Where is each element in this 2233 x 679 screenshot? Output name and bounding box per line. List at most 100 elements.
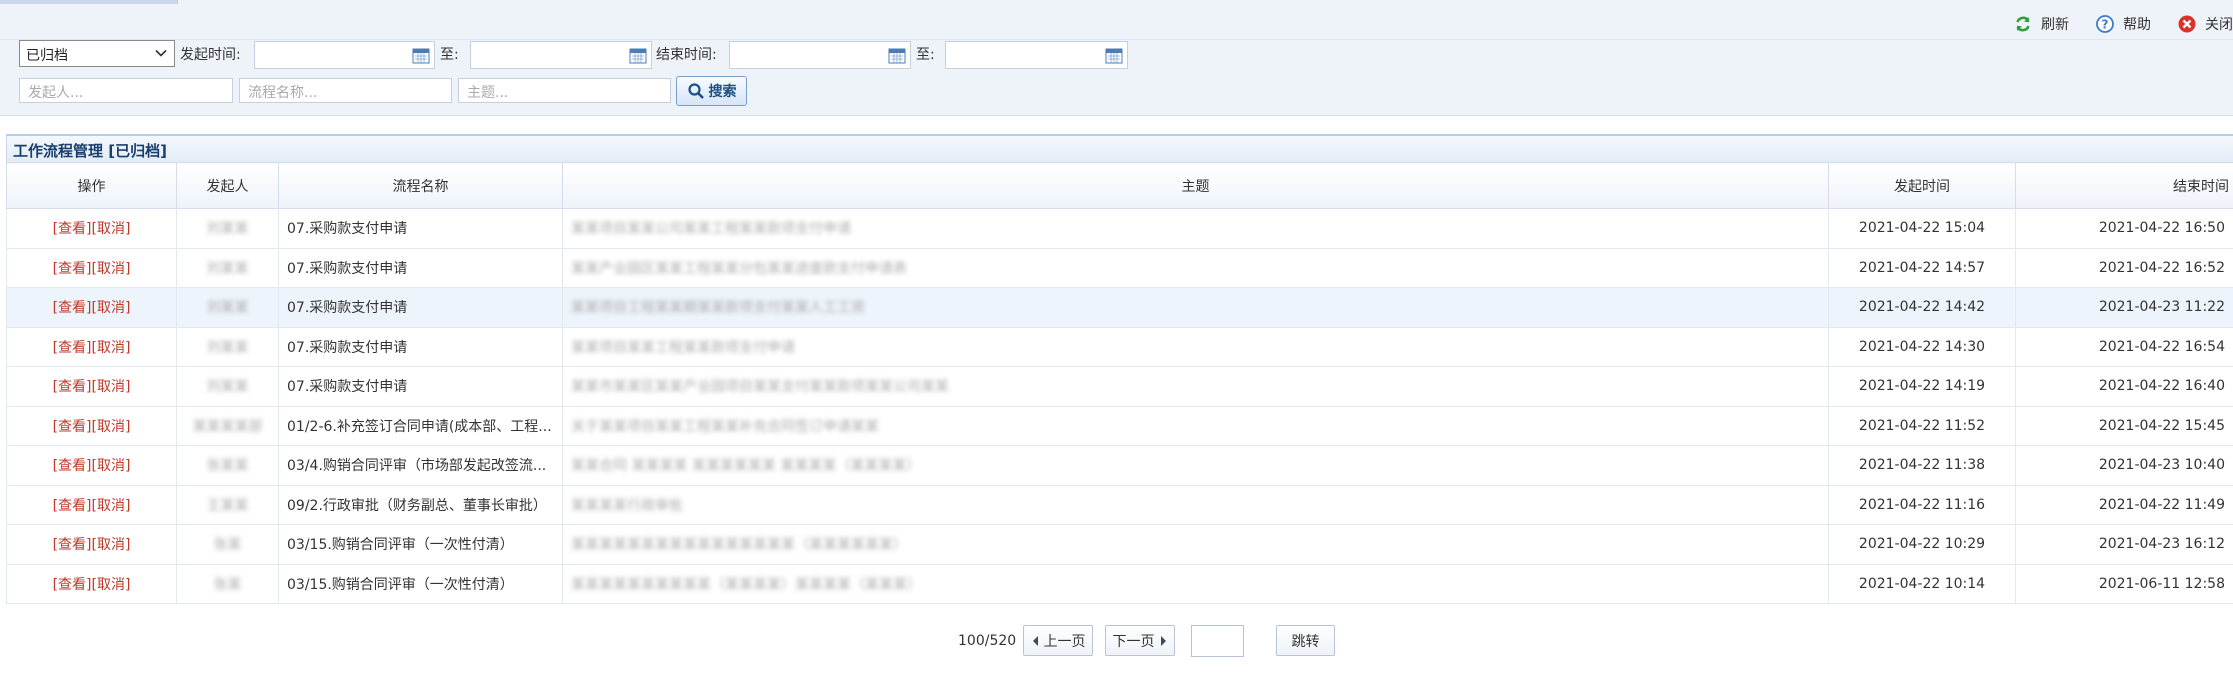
flow-name-cell: 01/2-6.补充签订合同申请(成本部、工程... bbox=[278, 405, 563, 446]
help-icon: ? bbox=[2095, 14, 2115, 34]
cancel-link[interactable]: [取消] bbox=[92, 458, 131, 474]
calendar-icon[interactable] bbox=[1105, 48, 1123, 64]
cancel-link[interactable]: [取消] bbox=[92, 419, 131, 435]
flow-name-cell: 07.采购款支付申请 bbox=[278, 366, 563, 407]
calendar-icon[interactable] bbox=[412, 48, 430, 64]
subject-cell: 关于某某项目某某工程某某补充合同签订申请某某 bbox=[562, 405, 1829, 446]
view-link[interactable]: [查看] bbox=[53, 458, 92, 474]
initiator-text: 张某 bbox=[213, 576, 242, 593]
subject-cell: 某某某某某某某某某某（某某某某）某某某某（某某某） bbox=[562, 563, 1829, 604]
flow-name-cell: 07.采购款支付申请 bbox=[278, 208, 563, 249]
row-actions: [查看][取消] bbox=[6, 326, 177, 367]
page-count: 100/520 bbox=[958, 633, 1017, 649]
view-link[interactable]: [查看] bbox=[53, 300, 92, 316]
subject-input[interactable]: 主题... bbox=[458, 78, 671, 103]
start-time-cell: 2021-04-22 11:16 bbox=[1828, 484, 2016, 525]
end-time-cell: 2021-04-22 16:50 bbox=[2015, 208, 2233, 249]
initiator-input[interactable]: 发起人... bbox=[19, 78, 233, 103]
workflow-table: 操作 发起人 流程名称 主题 发起时间 结束时间 [查看][取消] 刘某某 07.采… bbox=[6, 162, 2233, 604]
close-label: 关闭 bbox=[2205, 17, 2233, 33]
cancel-link[interactable]: [取消] bbox=[92, 379, 131, 395]
search-button[interactable]: 搜索 bbox=[676, 76, 747, 106]
cancel-link[interactable]: [取消] bbox=[92, 498, 131, 514]
table-row: [查看][取消] 张某 03/15.购销合同评审（一次性付清） 某某某某某某某某某某某… bbox=[6, 524, 2233, 565]
refresh-icon bbox=[2013, 14, 2033, 34]
view-link[interactable]: [查看] bbox=[53, 221, 92, 237]
start-time-cell: 2021-04-22 15:04 bbox=[1828, 208, 2016, 249]
view-link[interactable]: [查看] bbox=[53, 379, 92, 395]
initiator-text: 刘某某 bbox=[206, 339, 249, 356]
jump-label: 跳转 bbox=[1291, 633, 1320, 650]
jump-button[interactable]: 跳转 bbox=[1276, 625, 1335, 656]
start-time-cell: 2021-04-22 10:29 bbox=[1828, 524, 2016, 565]
table-row: [查看][取消] 张某 03/15.购销合同评审（一次性付清） 某某某某某某某某某某（… bbox=[6, 563, 2233, 604]
subject-text: 某某某某某某某某某某某某某某某某（某某某某某某） bbox=[571, 537, 907, 554]
table-row: [查看][取消] 刘某某 07.采购款支付申请 某某项目某某工程某某款项支付申请 202… bbox=[6, 326, 2233, 367]
end-time-to-input[interactable] bbox=[945, 41, 1128, 69]
start-time-from-input[interactable] bbox=[254, 41, 435, 69]
status-select-value: 已归档 bbox=[26, 48, 68, 64]
initiator-text: 王某某 bbox=[206, 497, 249, 514]
next-page-button[interactable]: 下一页 bbox=[1105, 625, 1175, 656]
cancel-link[interactable]: [取消] bbox=[92, 577, 131, 593]
view-link[interactable]: [查看] bbox=[53, 340, 92, 356]
row-actions: [查看][取消] bbox=[6, 208, 177, 249]
start-time-cell: 2021-04-22 11:38 bbox=[1828, 445, 2016, 486]
initiator-cell: 刘某某 bbox=[176, 247, 279, 288]
initiator-text: 刘某某 bbox=[206, 260, 249, 277]
flow-name-cell: 09/2.行政审批（财务副总、董事长审批） bbox=[278, 484, 563, 525]
initiator-text: 刘某某 bbox=[206, 379, 249, 396]
cancel-link[interactable]: [取消] bbox=[92, 300, 131, 316]
start-time-to-input[interactable] bbox=[470, 41, 652, 69]
subject-cell: 某某项目某某公司某某工程某某款项支付申请 bbox=[562, 208, 1829, 249]
view-link[interactable]: [查看] bbox=[53, 577, 92, 593]
table-row: [查看][取消] 刘某某 07.采购款支付申请 某某项目工程某某期某某款项支付某某人工… bbox=[6, 287, 2233, 328]
flow-name-cell: 07.采购款支付申请 bbox=[278, 326, 563, 367]
subject-text: 某某合同 某某某某 某某某某某某 某某某某（某某某某） bbox=[571, 458, 921, 475]
pager: 100/520 上一页 下一页 跳转 bbox=[0, 623, 2233, 659]
cancel-link[interactable]: [取消] bbox=[92, 340, 131, 356]
header-start-time: 发起时间 bbox=[1828, 162, 2016, 209]
view-link[interactable]: [查看] bbox=[53, 498, 92, 514]
cancel-link[interactable]: [取消] bbox=[92, 537, 131, 553]
row-actions: [查看][取消] bbox=[6, 484, 177, 525]
end-time-cell: 2021-06-11 12:58 bbox=[2015, 563, 2233, 604]
subject-cell: 某某市某某区某某产业园项目某某支付某某款项某某公司某某 bbox=[562, 366, 1829, 407]
table-row: [查看][取消] 刘某某 07.采购款支付申请 某某产业园区某某工程某某分包某某进度款… bbox=[6, 247, 2233, 288]
initiator-text: 张某某 bbox=[206, 458, 249, 475]
subject-text: 某某市某某区某某产业园项目某某支付某某款项某某公司某某 bbox=[571, 379, 949, 396]
help-label: 帮助 bbox=[2123, 17, 2151, 33]
end-time-from-input[interactable] bbox=[729, 41, 911, 69]
initiator-text: 刘某某 bbox=[206, 300, 249, 317]
subject-cell: 某某产业园区某某工程某某分包某某进度款支付申请表 bbox=[562, 247, 1829, 288]
end-time-cell: 2021-04-23 11:22 bbox=[2015, 287, 2233, 328]
flow-name-cell: 07.采购款支付申请 bbox=[278, 247, 563, 288]
view-link[interactable]: [查看] bbox=[53, 261, 92, 277]
status-select[interactable]: 已归档 bbox=[19, 40, 175, 67]
flow-name-cell: 03/15.购销合同评审（一次性付清） bbox=[278, 563, 563, 604]
view-link[interactable]: [查看] bbox=[53, 419, 92, 435]
subject-text: 某某项目某某公司某某工程某某款项支付申请 bbox=[571, 221, 851, 238]
close-button[interactable]: 关闭 bbox=[2177, 14, 2233, 34]
cancel-link[interactable]: [取消] bbox=[92, 261, 131, 277]
cancel-link[interactable]: [取消] bbox=[92, 221, 131, 237]
table-row: [查看][取消] 刘某某 07.采购款支付申请 某某项目某某公司某某工程某某款项支付申… bbox=[6, 208, 2233, 249]
refresh-button[interactable]: 刷新 bbox=[2013, 14, 2069, 34]
calendar-icon[interactable] bbox=[888, 48, 906, 64]
start-time-cell: 2021-04-22 14:19 bbox=[1828, 366, 2016, 407]
start-time-cell: 2021-04-22 14:57 bbox=[1828, 247, 2016, 288]
initiator-cell: 张某某 bbox=[176, 445, 279, 486]
help-button[interactable]: ? 帮助 bbox=[2095, 14, 2151, 34]
prev-page-button[interactable]: 上一页 bbox=[1023, 625, 1093, 656]
refresh-label: 刷新 bbox=[2041, 17, 2069, 33]
end-time-cell: 2021-04-23 16:12 bbox=[2015, 524, 2233, 565]
page-number-input[interactable] bbox=[1191, 625, 1244, 657]
calendar-icon[interactable] bbox=[629, 48, 647, 64]
view-link[interactable]: [查看] bbox=[53, 537, 92, 553]
search-icon bbox=[687, 83, 704, 99]
top-toolbar: 刷新 ? 帮助 关闭 bbox=[0, 0, 2233, 40]
header-initiator: 发起人 bbox=[176, 162, 279, 209]
flow-name-input[interactable]: 流程名称... bbox=[239, 78, 452, 103]
table-header-row: 操作 发起人 流程名称 主题 发起时间 结束时间 bbox=[6, 162, 2233, 209]
svg-text:?: ? bbox=[2102, 18, 2109, 32]
